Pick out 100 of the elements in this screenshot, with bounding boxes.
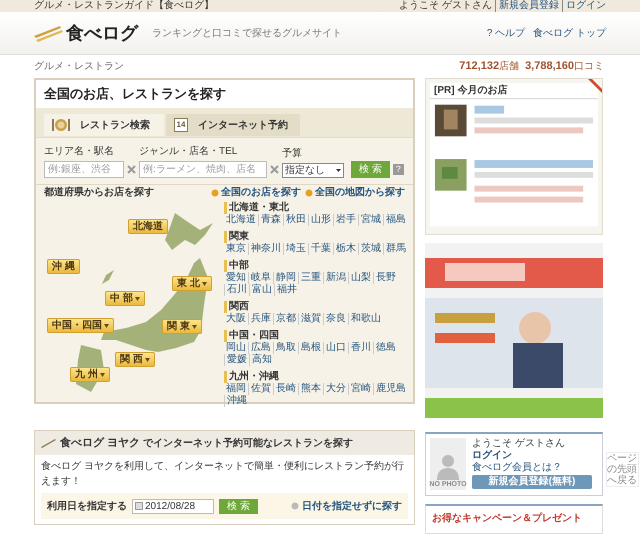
prefecture-link[interactable]: 群馬 [383, 243, 408, 255]
description: 食べログ ヨヤクを利用して、インターネットで簡単・便利にレストラン予約が行えます！ [40, 460, 405, 489]
prefecture-link[interactable]: 東京 [224, 243, 248, 255]
back-to-top-link[interactable]: ページの先頭へ戻る [606, 452, 639, 487]
field-label: 予算 [282, 147, 303, 161]
breadcrumb-link[interactable]: グルメ・レストラン [34, 59, 124, 74]
prefecture-link[interactable]: 沖縄 [224, 395, 249, 407]
prefecture-link[interactable]: 山形 [308, 214, 333, 226]
pr-title: [PR] 今月のお店 [430, 83, 598, 99]
region-heading: 中国・四国 [224, 330, 409, 342]
plate-icon [52, 117, 70, 133]
prefecture-link[interactable]: 千葉 [308, 243, 333, 255]
greeting-text: ようこそ ゲストさん [399, 0, 492, 12]
prefecture-link[interactable]: 大阪 [224, 313, 248, 325]
region-heading: 関東 [224, 231, 409, 243]
prefecture-link[interactable]: 広島 [248, 342, 273, 354]
prefecture-link[interactable]: 高知 [249, 354, 274, 366]
prefecture-link[interactable]: 宮城 [358, 214, 383, 226]
region-button[interactable]: 北海道 [128, 219, 168, 234]
clear-icon[interactable] [270, 165, 279, 174]
prefecture-link[interactable]: 北海道 [224, 214, 258, 226]
prefecture-link[interactable]: 静岡 [273, 272, 298, 284]
person-icon [437, 454, 459, 480]
campaign-title: お得なキャンペーン＆プレゼント [432, 513, 582, 524]
prefecture-link[interactable]: 鳥取 [273, 342, 298, 354]
about-link[interactable]: 食べログ会員とは？ [472, 462, 562, 474]
prefecture-link[interactable]: 島根 [298, 342, 323, 354]
bullet-icon [305, 188, 313, 196]
prefecture-link[interactable]: 福島 [383, 214, 408, 226]
prefecture-link[interactable]: 茨城 [358, 243, 383, 255]
prefecture-link[interactable]: 長野 [373, 272, 398, 284]
map-link[interactable]: 全国の地図から探す [305, 185, 405, 200]
prefecture-link[interactable]: 岐阜 [248, 272, 273, 284]
prefecture-link[interactable]: 秋田 [283, 214, 308, 226]
prefecture-link[interactable]: 富山 [249, 284, 274, 296]
region-button[interactable]: 関 西 [115, 352, 155, 367]
prefecture-link[interactable]: 新潟 [323, 272, 348, 284]
chopsticks-icon [41, 438, 57, 448]
prefecture-link[interactable]: 埼玉 [283, 243, 308, 255]
tab[interactable]: 14 インターネット予約 [166, 114, 300, 136]
region-button[interactable]: 九 州 [70, 367, 110, 382]
caret-icon [144, 358, 150, 362]
region-button[interactable]: 中国・四国 [47, 318, 114, 333]
clear-icon[interactable] [127, 165, 136, 174]
prefecture-link[interactable]: 愛媛 [224, 354, 249, 366]
chopsticks-icon [34, 24, 64, 42]
prefecture-link[interactable]: 神奈川 [248, 243, 283, 255]
caret-icon [104, 324, 109, 328]
search-field[interactable]: 例:銀座、渋谷 [44, 161, 124, 178]
prefecture-link[interactable]: 三重 [298, 272, 323, 284]
prefecture-link[interactable]: 大分 [323, 383, 348, 395]
caret-icon [100, 372, 105, 376]
tagline: ランキングと口コミで探せるグルメサイト [152, 26, 342, 40]
region-button[interactable]: 東 北 [172, 276, 212, 291]
search-field[interactable]: 例:ラーメン、焼肉、店名 [139, 161, 267, 178]
region-heading: 九州・沖縄 [224, 371, 409, 383]
prefecture-link[interactable]: 岩手 [333, 214, 358, 226]
prefecture-link[interactable]: 兵庫 [248, 313, 273, 325]
prefecture-link[interactable]: 京都 [273, 313, 298, 325]
header-link[interactable]: 食べログ トップ [533, 26, 606, 40]
field-label: エリア名・駅名 [44, 145, 115, 159]
logo[interactable]: 食べログ [66, 20, 138, 46]
prefecture-link[interactable]: 岡山 [224, 342, 248, 354]
prefecture-link[interactable]: 山梨 [348, 272, 373, 284]
yoyaku-title: でインターネット予約可能なレストランを探す [143, 436, 354, 450]
budget-select[interactable]: 指定なし [282, 163, 344, 178]
region-heading: 中部 [224, 260, 409, 272]
calendar-icon: 14 [174, 118, 188, 132]
prefecture-link[interactable]: 鹿児島 [373, 383, 408, 395]
bullet-icon [211, 188, 219, 196]
prefecture-link[interactable]: 徳島 [373, 342, 398, 354]
prefecture-link[interactable]: 栃木 [333, 243, 358, 255]
prefecture-link[interactable]: 奈良 [323, 313, 348, 325]
prefecture-link[interactable]: 石川 [224, 284, 249, 296]
prefecture-link[interactable]: 香川 [348, 342, 373, 354]
prefecture-link[interactable]: 佐賀 [248, 383, 273, 395]
region-heading: 関西 [224, 301, 409, 313]
region-button[interactable]: 中 部 [105, 291, 145, 306]
login-link[interactable]: ログイン [472, 450, 512, 462]
tab[interactable]: レストラン検索 [44, 114, 164, 136]
prefecture-link[interactable]: 和歌山 [348, 313, 383, 325]
prefecture-link[interactable]: 宮崎 [348, 383, 373, 395]
date-field[interactable]: 2012/08/28 [132, 498, 214, 514]
region-button[interactable]: 関 東 [162, 319, 202, 334]
prefecture-link[interactable]: 長崎 [273, 383, 298, 395]
no-date-link[interactable]: 日付を指定せずに探す [291, 498, 402, 514]
prefecture-link[interactable]: 滋賀 [298, 313, 323, 325]
panel-title: 全国のお店、レストランを探す [36, 80, 413, 108]
prefecture-link[interactable]: 愛知 [224, 272, 248, 284]
prefecture-link[interactable]: 福井 [274, 284, 299, 296]
date-label: 利用日を指定する [47, 499, 127, 514]
prefecture-link[interactable]: 熊本 [298, 383, 323, 395]
region-button[interactable]: 沖 縄 [47, 259, 80, 274]
prefecture-link[interactable]: 青森 [258, 214, 283, 226]
brand-text: 食べログ ヨヤク [60, 436, 140, 451]
prefecture-link[interactable]: 福岡 [224, 383, 248, 395]
prefecture-link[interactable]: 山口 [323, 342, 348, 354]
header-link[interactable]: ? ヘルプ [486, 26, 526, 40]
map-link[interactable]: 全国のお店を探す [211, 185, 301, 200]
field-label: ジャンル・店名・TEL [139, 144, 238, 159]
